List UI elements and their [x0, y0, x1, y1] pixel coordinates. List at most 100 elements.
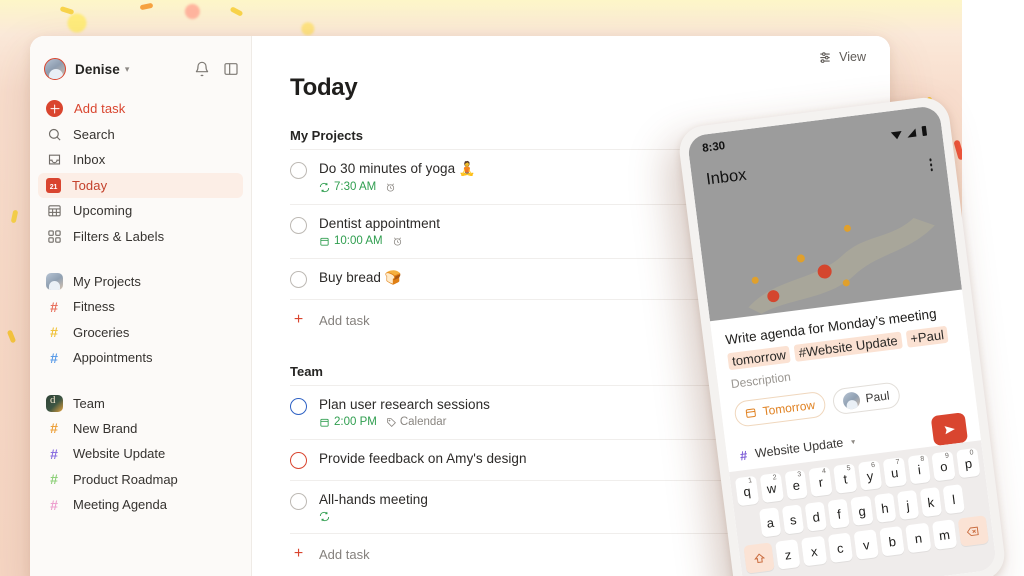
- reminder-alarm-icon[interactable]: [385, 182, 396, 193]
- hash-icon: #: [50, 496, 58, 513]
- sidebar-project-new-brand[interactable]: # New Brand: [38, 416, 243, 442]
- key-n[interactable]: n: [905, 522, 932, 554]
- key-h[interactable]: h: [873, 492, 897, 524]
- sidebar-item-label: Inbox: [73, 152, 106, 168]
- hash-icon: #: [50, 349, 58, 366]
- plus-icon: [46, 100, 63, 118]
- view-label: View: [839, 50, 866, 64]
- task-recurring[interactable]: [319, 511, 330, 522]
- shift-key[interactable]: [743, 542, 775, 574]
- sidebar-item-label: Upcoming: [73, 203, 133, 219]
- sidebar-project-appointments[interactable]: # Appointments: [38, 345, 243, 371]
- section-team: Team # New Brand # Website Update # Prod…: [30, 391, 251, 518]
- add-task-button[interactable]: Add task: [38, 96, 243, 122]
- task-label-chip[interactable]: Calendar: [386, 416, 447, 428]
- bell-icon[interactable]: [194, 61, 210, 77]
- team-icon: [46, 394, 63, 412]
- key-f[interactable]: f: [827, 498, 851, 529]
- key-v[interactable]: v: [853, 529, 880, 560]
- task-checkbox[interactable]: [290, 217, 307, 234]
- key-o[interactable]: o9: [931, 451, 956, 482]
- calendar-21-icon: 21: [46, 177, 61, 193]
- send-button[interactable]: [930, 412, 969, 447]
- key-k[interactable]: k: [919, 487, 942, 518]
- key-i[interactable]: i8: [907, 454, 932, 485]
- task-title: Dentist appointment: [319, 216, 441, 231]
- sidebar: Denise ▾ Add task Search Inbox 21 Today …: [30, 36, 252, 576]
- shift-icon: [753, 553, 765, 563]
- calendar-icon: [320, 237, 329, 246]
- key-e[interactable]: e3: [784, 469, 809, 501]
- avatar[interactable]: [44, 58, 66, 80]
- task-checkbox[interactable]: [290, 162, 307, 179]
- date-pill[interactable]: Tomorrow: [733, 390, 827, 429]
- section-header[interactable]: My Projects: [38, 269, 243, 294]
- add-task-label: Add task: [74, 101, 126, 117]
- battery-icon: [921, 125, 928, 136]
- sidebar-item-filters-labels[interactable]: Filters & Labels: [38, 224, 243, 250]
- key-u[interactable]: u7: [882, 457, 907, 488]
- hash-icon: #: [50, 298, 58, 315]
- key-j[interactable]: j: [896, 490, 920, 521]
- sidebar-project-groceries[interactable]: # Groceries: [38, 320, 243, 346]
- key-z[interactable]: z: [775, 539, 801, 570]
- hash-icon: #: [50, 471, 58, 488]
- task-meta: 7:30 AM: [319, 181, 476, 193]
- key-x[interactable]: x: [801, 535, 827, 567]
- task-title: All-hands meeting: [319, 492, 428, 507]
- sidebar-item-upcoming[interactable]: Upcoming: [38, 198, 243, 224]
- task-checkbox[interactable]: [290, 493, 307, 510]
- key-r[interactable]: r4: [808, 466, 833, 498]
- sidebar-toggle-icon[interactable]: [223, 61, 239, 77]
- sidebar-project-fitness[interactable]: # Fitness: [38, 294, 243, 320]
- sidebar-item-inbox[interactable]: Inbox: [38, 147, 243, 173]
- key-p[interactable]: p0: [956, 448, 981, 479]
- key-s[interactable]: s: [781, 504, 805, 535]
- key-b[interactable]: b: [879, 526, 906, 557]
- project-label: Appointments: [73, 350, 153, 366]
- chip-assignee[interactable]: +Paul: [905, 325, 949, 348]
- key-c[interactable]: c: [827, 532, 853, 564]
- task-due-date[interactable]: 2:00 PM: [319, 416, 377, 428]
- sidebar-item-search[interactable]: Search: [38, 122, 243, 148]
- key-m[interactable]: m: [931, 519, 958, 551]
- task-meta: 10:00 AM: [319, 235, 440, 247]
- key-w[interactable]: w2: [759, 472, 784, 504]
- screenshot-root: Denise ▾ Add task Search Inbox 21 Today …: [0, 0, 1024, 576]
- section-header[interactable]: Team: [38, 391, 243, 416]
- chevron-down-icon[interactable]: ▾: [125, 64, 130, 75]
- key-q[interactable]: q1: [734, 476, 760, 507]
- backspace-key[interactable]: [957, 515, 989, 547]
- signal-icon: [907, 128, 917, 138]
- task-due-date[interactable]: 7:30 AM: [319, 181, 376, 193]
- key-l[interactable]: l: [942, 484, 965, 515]
- sidebar-project-product-roadmap[interactable]: # Product Roadmap: [38, 467, 243, 493]
- task-meta: 2:00 PM Calendar: [319, 416, 490, 428]
- sidebar-project-website-update[interactable]: # Website Update: [38, 441, 243, 467]
- reminder-alarm-icon[interactable]: [392, 236, 403, 247]
- key-d[interactable]: d: [804, 501, 828, 532]
- key-t[interactable]: t5: [833, 463, 858, 494]
- task-title: Buy bread 🍞: [319, 270, 402, 285]
- sidebar-item-label: Today: [72, 177, 108, 193]
- user-name[interactable]: Denise: [75, 62, 120, 77]
- key-a[interactable]: a: [759, 507, 782, 538]
- key-g[interactable]: g: [850, 495, 874, 527]
- task-checkbox[interactable]: [290, 271, 307, 288]
- task-title: Provide feedback on Amy's design: [319, 451, 527, 466]
- task-due-date[interactable]: 10:00 AM: [319, 235, 383, 247]
- date-pill-label: Tomorrow: [761, 398, 816, 419]
- inbox-icon: [46, 152, 62, 168]
- assignee-pill[interactable]: Paul: [831, 381, 901, 416]
- view-button[interactable]: View: [818, 50, 866, 64]
- key-y[interactable]: y6: [857, 460, 883, 491]
- overflow-menu-icon[interactable]: [928, 158, 933, 171]
- sidebar-item-today[interactable]: 21 Today: [38, 172, 243, 198]
- task-title: Do 30 minutes of yoga 🧘: [319, 161, 476, 176]
- page-title: Today: [290, 74, 358, 101]
- task-checkbox[interactable]: [290, 452, 307, 469]
- chip-date[interactable]: tomorrow: [727, 345, 791, 371]
- task-checkbox[interactable]: [290, 398, 307, 415]
- sidebar-project-meeting-agenda[interactable]: # Meeting Agenda: [38, 492, 243, 518]
- project-label: Fitness: [73, 299, 115, 315]
